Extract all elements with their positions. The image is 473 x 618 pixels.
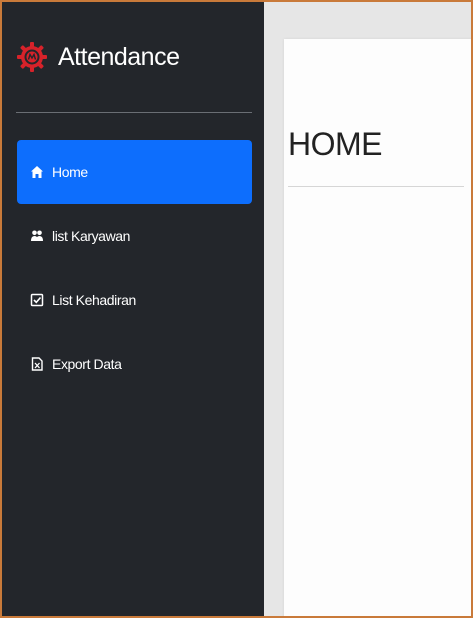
app-title: Attendance xyxy=(58,42,180,71)
sidebar-item-label: Export Data xyxy=(52,356,122,372)
users-icon xyxy=(30,229,44,243)
sidebar-item-list-kehadiran[interactable]: List Kehadiran xyxy=(17,268,252,332)
gear-logo-icon xyxy=(16,41,48,73)
file-export-icon xyxy=(30,357,44,371)
sidebar-nav: Home list Karyawan List Kehadiran Export… xyxy=(17,140,252,396)
main-content: HOME xyxy=(264,2,471,616)
app-window: Attendance Home list Karyawan List Kehad… xyxy=(2,2,471,616)
brand[interactable]: Attendance xyxy=(16,32,180,82)
sidebar-item-export-data[interactable]: Export Data xyxy=(17,332,252,396)
sidebar-divider xyxy=(16,112,252,113)
sidebar-item-label: Home xyxy=(52,164,88,180)
sidebar-item-list-karyawan[interactable]: list Karyawan xyxy=(17,204,252,268)
title-divider xyxy=(288,186,464,187)
checkbox-icon xyxy=(30,293,44,307)
sidebar-item-label: list Karyawan xyxy=(52,228,131,244)
sidebar-item-home[interactable]: Home xyxy=(17,140,252,204)
sidebar-item-label: List Kehadiran xyxy=(52,292,136,308)
page-title: HOME xyxy=(288,126,383,162)
sidebar: Attendance Home list Karyawan List Kehad… xyxy=(2,2,264,616)
home-icon xyxy=(30,165,44,179)
